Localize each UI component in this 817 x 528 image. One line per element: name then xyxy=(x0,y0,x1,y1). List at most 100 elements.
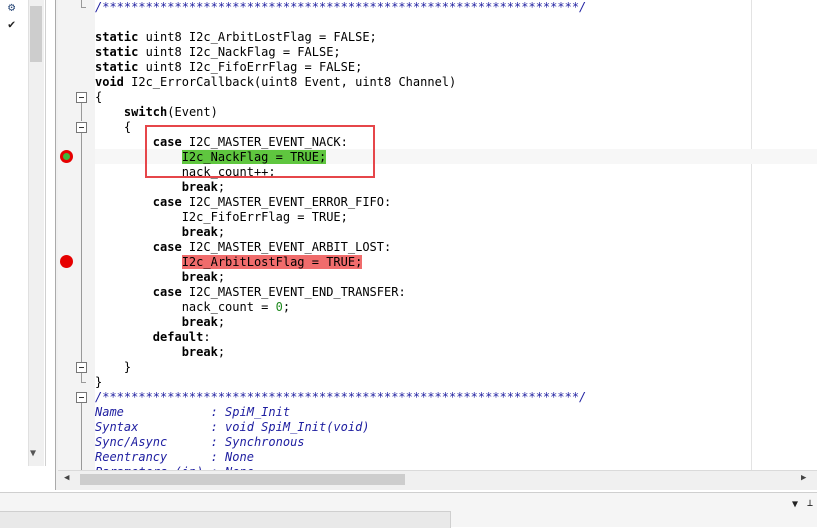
code-token: ; xyxy=(217,345,226,359)
code-token: /***************************************… xyxy=(95,0,587,14)
code-token: (Event) xyxy=(167,105,218,119)
pin-icon[interactable]: ⊥ xyxy=(807,498,813,509)
code-token: I2C_MASTER_EVENT_ERROR_FIFO: xyxy=(181,195,392,209)
code-token: } xyxy=(95,360,132,374)
code-line[interactable]: static uint8 I2c_NackFlag = FALSE; xyxy=(95,45,341,60)
gear-icon[interactable]: ⚙ xyxy=(8,0,15,14)
code-line[interactable]: break; xyxy=(95,225,225,240)
fold-line xyxy=(81,103,82,121)
code-token: 0 xyxy=(275,300,283,314)
breakpoint-icon[interactable] xyxy=(60,255,73,268)
code-token: I2C_MASTER_EVENT_END_TRANSFER: xyxy=(181,285,406,299)
left-vertical-scrollbar[interactable] xyxy=(28,0,44,466)
code-line[interactable]: default: xyxy=(95,330,211,345)
code-token: ; xyxy=(217,180,226,194)
code-token: Name : SpiM_Init xyxy=(95,405,291,419)
scroll-down-arrow-icon[interactable]: ▼ xyxy=(30,448,36,459)
code-line[interactable]: Name : SpiM_Init xyxy=(95,405,290,420)
fold-collapse-icon[interactable] xyxy=(76,122,87,133)
code-token: uint8 I2c_ArbitLostFlag = FALSE; xyxy=(138,30,377,44)
code-token: /***************************************… xyxy=(95,390,587,404)
fold-line xyxy=(81,403,82,470)
code-line[interactable]: break; xyxy=(95,180,225,195)
code-line[interactable]: case I2C_MASTER_EVENT_END_TRANSFER: xyxy=(95,285,406,300)
code-line[interactable]: break; xyxy=(95,270,225,285)
code-token: } xyxy=(95,375,103,389)
bottom-panel-bar: ▼ ⊥ xyxy=(0,492,817,528)
code-line[interactable]: I2c_FifoErrFlag = TRUE; xyxy=(95,210,348,225)
fold-end-marker xyxy=(81,7,86,8)
code-token: I2c_FifoErrFlag = TRUE; xyxy=(95,210,348,224)
code-token: : xyxy=(203,330,211,344)
code-line[interactable]: Syntax : void SpiM_Init(void) xyxy=(95,420,370,435)
code-line[interactable]: /***************************************… xyxy=(95,390,586,405)
fold-end-marker xyxy=(81,382,86,383)
code-editor[interactable]: /***************************************… xyxy=(95,0,817,470)
scroll-right-arrow-icon[interactable]: ▶ xyxy=(801,473,806,483)
bottom-panel-tab[interactable] xyxy=(0,511,451,528)
code-line[interactable]: case I2C_MASTER_EVENT_ERROR_FIFO: xyxy=(95,195,391,210)
code-token: break xyxy=(181,315,218,329)
code-token: break xyxy=(181,225,218,239)
code-token: static xyxy=(95,30,139,44)
left-panel: ⚙ ✔ ▼ xyxy=(0,0,46,466)
code-token: ; xyxy=(217,225,226,239)
fold-collapse-icon[interactable] xyxy=(76,392,87,403)
code-line[interactable]: } xyxy=(95,375,102,390)
code-token: case xyxy=(152,195,182,209)
code-token: uint8 I2c_FifoErrFlag = FALSE; xyxy=(138,60,363,74)
code-token: ; xyxy=(282,300,291,314)
fold-collapse-icon[interactable] xyxy=(76,92,87,103)
code-token: I2c_ArbitLostFlag = TRUE; xyxy=(181,255,363,269)
code-line[interactable]: static uint8 I2c_FifoErrFlag = FALSE; xyxy=(95,60,362,75)
code-line[interactable]: break; xyxy=(95,345,225,360)
code-line[interactable]: void I2c_ErrorCallback(uint8 Event, uint… xyxy=(95,75,456,90)
code-line[interactable]: case I2C_MASTER_EVENT_ARBIT_LOST: xyxy=(95,240,391,255)
code-token: case xyxy=(152,285,182,299)
code-line[interactable]: static uint8 I2c_ArbitLostFlag = FALSE; xyxy=(95,30,377,45)
current-line-arrow-icon xyxy=(63,153,70,160)
code-line[interactable]: /***************************************… xyxy=(95,0,586,15)
code-token: nack_count = xyxy=(95,300,276,314)
fold-line xyxy=(81,133,82,366)
code-token: case xyxy=(152,240,182,254)
code-token: Syntax : void SpiM_Init(void) xyxy=(95,420,370,434)
code-line[interactable]: Reentrancy : None xyxy=(95,450,254,465)
annotation-highlight-box xyxy=(145,125,375,178)
fold-collapse-icon[interactable] xyxy=(76,362,87,373)
breakpoint-current-icon[interactable] xyxy=(60,150,73,163)
code-token: Sync/Async : Synchronous xyxy=(95,435,305,449)
dropdown-arrow-icon[interactable]: ▼ xyxy=(792,499,798,510)
checkmark-icon[interactable]: ✔ xyxy=(8,17,15,31)
scroll-left-arrow-icon[interactable]: ◀ xyxy=(64,473,69,483)
code-token: switch xyxy=(123,105,168,119)
code-token: static xyxy=(95,45,139,59)
horizontal-scrollbar[interactable]: ◀ ▶ xyxy=(58,470,817,487)
code-token: Reentrancy : None xyxy=(95,450,254,464)
code-token: break xyxy=(181,270,218,284)
code-line[interactable]: { xyxy=(95,120,131,135)
code-line[interactable]: I2c_ArbitLostFlag = TRUE; xyxy=(95,255,363,270)
code-token: void xyxy=(95,75,124,89)
code-line[interactable]: nack_count = 0; xyxy=(95,300,290,315)
code-line[interactable]: break; xyxy=(95,315,225,330)
code-token: break xyxy=(181,345,218,359)
code-line[interactable]: { xyxy=(95,90,102,105)
code-line[interactable]: Sync/Async : Synchronous xyxy=(95,435,305,450)
code-token: break xyxy=(181,180,218,194)
code-line[interactable]: } xyxy=(95,360,131,375)
horizontal-scrollbar-thumb[interactable] xyxy=(80,474,405,485)
code-token: I2c_ErrorCallback(uint8 Event, uint8 Cha… xyxy=(123,75,457,89)
left-scrollbar-thumb[interactable] xyxy=(30,6,42,62)
code-line[interactable]: switch(Event) xyxy=(95,105,218,120)
fold-line xyxy=(81,373,82,382)
code-token: static xyxy=(95,60,139,74)
